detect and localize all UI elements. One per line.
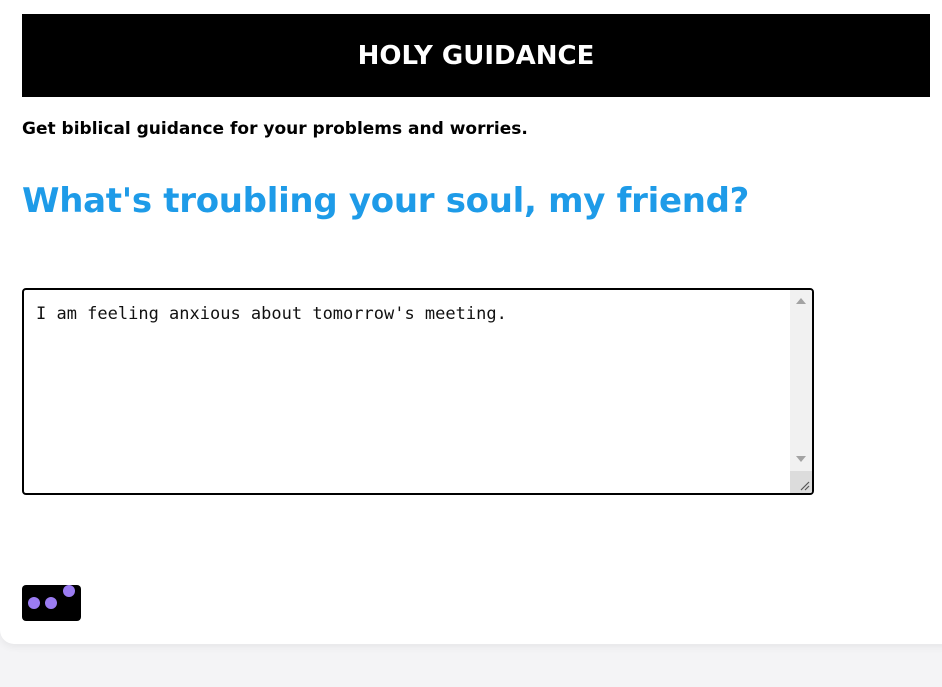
resize-handle-icon[interactable]: [790, 471, 812, 493]
app-title: HOLY GUIDANCE: [357, 40, 595, 71]
header-banner: HOLY GUIDANCE: [22, 14, 930, 97]
scroll-up-arrow-icon[interactable]: [796, 298, 806, 304]
textarea-scrollbar[interactable]: [790, 290, 812, 493]
concern-textarea-container: I am feeling anxious about tomorrow's me…: [22, 288, 814, 495]
loading-dot-icon: [45, 597, 57, 609]
loading-dot-icon: [28, 597, 40, 609]
app-card: HOLY GUIDANCE Get biblical guidance for …: [0, 0, 942, 644]
question-heading: What's troubling your soul, my friend?: [22, 181, 750, 221]
scroll-down-arrow-icon[interactable]: [796, 456, 806, 462]
loading-dot-icon: [63, 585, 75, 597]
concern-textarea[interactable]: I am feeling anxious about tomorrow's me…: [24, 290, 790, 493]
submit-button[interactable]: [22, 585, 81, 621]
intro-subtitle: Get biblical guidance for your problems …: [22, 119, 528, 139]
